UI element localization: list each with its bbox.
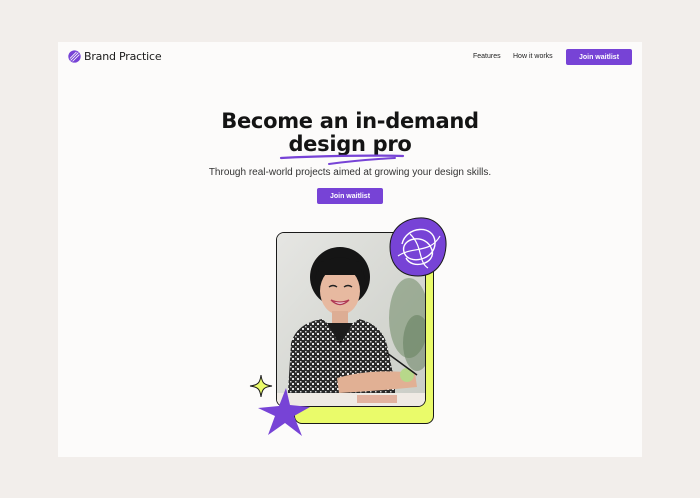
scribble-blob-icon (389, 217, 447, 277)
hero-subtitle: Through real-world projects aimed at gro… (208, 167, 492, 178)
hero-title-line-1: Become an in-demand (221, 109, 479, 133)
hero-join-waitlist-button[interactable]: Join waitlist (317, 188, 383, 204)
brand-name: Brand Practice (84, 50, 162, 63)
nav-link-how-it-works[interactable]: How it works (513, 53, 553, 60)
brand-logo[interactable]: Brand Practice (68, 50, 162, 63)
nav-link-features[interactable]: Features (473, 53, 501, 60)
logo-mark-icon (68, 50, 81, 63)
hero-title: Become an in-demand design pro (58, 110, 642, 156)
scribble-underline-icon (279, 154, 405, 165)
top-nav: Brand Practice Features How it works Joi… (58, 42, 642, 74)
star-icon (258, 388, 310, 436)
landing-page: Brand Practice Features How it works Joi… (58, 42, 642, 457)
nav-join-waitlist-button[interactable]: Join waitlist (566, 49, 632, 65)
